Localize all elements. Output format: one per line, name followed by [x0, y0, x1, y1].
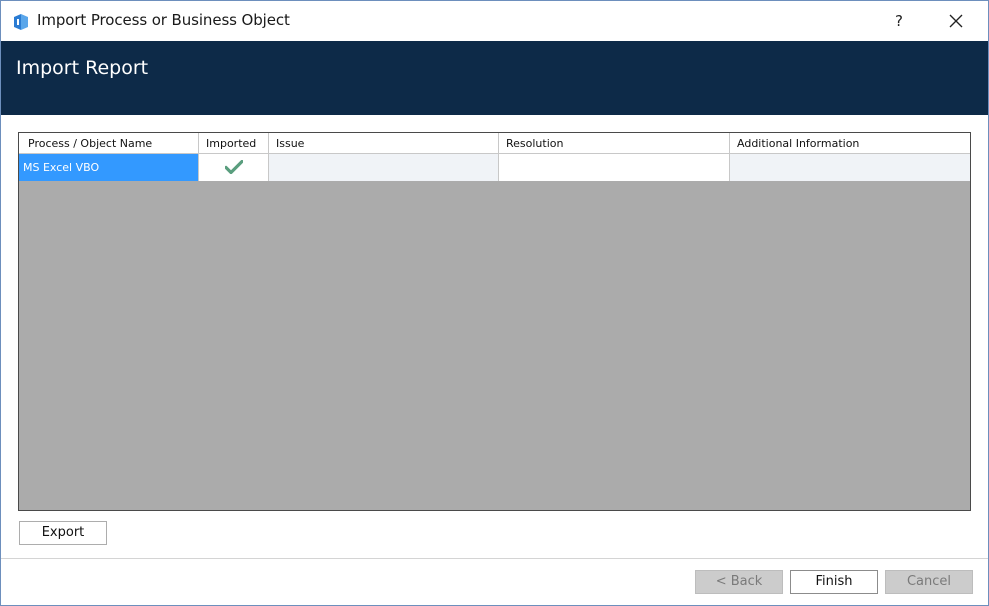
column-header-name[interactable]: Process / Object Name [19, 133, 199, 154]
export-button[interactable]: Export [19, 521, 107, 545]
import-report-grid[interactable]: Process / Object Name Imported Issue Res… [18, 132, 971, 511]
column-header-issue[interactable]: Issue [269, 133, 499, 154]
cell-resolution[interactable] [499, 154, 730, 181]
check-icon [225, 160, 243, 174]
cell-process-name[interactable]: MS Excel VBO [19, 154, 199, 181]
cancel-button[interactable]: Cancel [885, 570, 973, 594]
cell-imported[interactable] [199, 154, 269, 181]
page-title: Import Report [16, 57, 149, 79]
back-button[interactable]: < Back [695, 570, 783, 594]
cell-issue[interactable] [269, 154, 499, 181]
grid-header: Process / Object Name Imported Issue Res… [19, 133, 970, 154]
cell-additional-information[interactable] [730, 154, 970, 181]
finish-button[interactable]: Finish [790, 570, 878, 594]
table-row[interactable]: MS Excel VBO [19, 154, 970, 181]
app-logo-icon [14, 14, 28, 30]
close-button[interactable] [935, 5, 977, 37]
import-dialog: Import Process or Business Object ? Impo… [0, 0, 989, 606]
title-bar: Import Process or Business Object ? [1, 1, 988, 41]
footer-divider [1, 558, 988, 559]
column-header-resolution[interactable]: Resolution [499, 133, 730, 154]
column-header-imported[interactable]: Imported [199, 133, 269, 154]
help-button[interactable]: ? [879, 5, 919, 37]
close-icon [949, 14, 963, 28]
window-title: Import Process or Business Object [37, 11, 290, 29]
header-banner: Import Report [1, 41, 988, 115]
column-header-additional-information[interactable]: Additional Information [730, 133, 970, 154]
